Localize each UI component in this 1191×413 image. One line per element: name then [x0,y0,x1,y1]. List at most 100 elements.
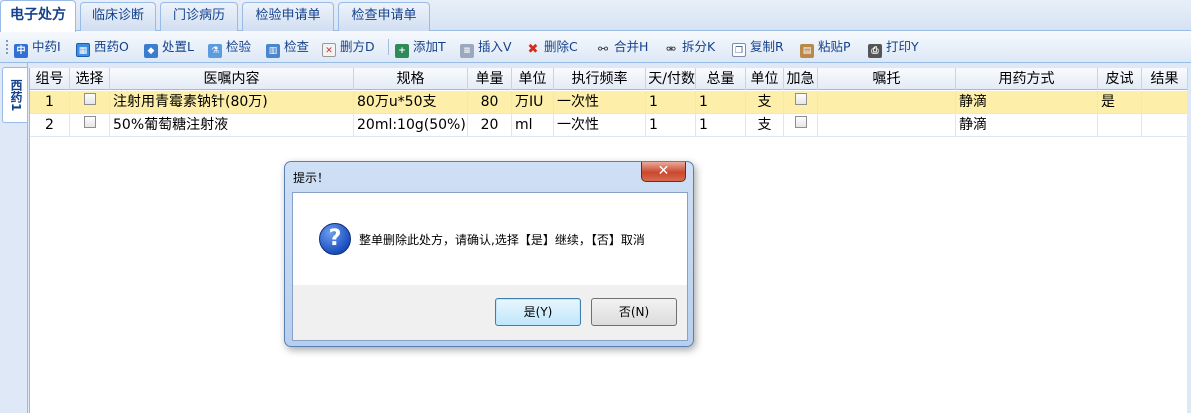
col-total[interactable]: 总量 [696,68,746,90]
close-icon: ✕ [657,163,670,179]
herbal-icon: 中 [14,44,28,58]
merge-button[interactable]: ⚯ 合并H [596,38,648,56]
question-icon: ? [319,223,351,255]
delete-prescription-button[interactable]: ✕ 删方D [322,38,375,57]
cell-dose: 80 [468,91,512,114]
cell-spec: 20ml:10g(50%) [354,114,468,137]
delete-icon: ✖ [527,42,539,57]
tab-medical-record[interactable]: 门诊病历 [160,2,238,31]
treatment-button[interactable]: ◆ 处置L [144,38,194,58]
dialog-message: 整单删除此处方，请确认,选择【是】继续，【否】取消 [359,233,645,247]
dialog-title: 提示！ [293,171,330,185]
close-button[interactable]: ✕ [641,162,686,182]
grid-header: 组号 选择 医嘱内容 规格 单量 单位 执行频率 天/付数 总量 单位 加急 嘱… [30,68,1188,90]
no-button[interactable]: 否(N) [591,298,677,326]
cell-total-unit: 支 [746,114,784,137]
print-button[interactable]: ⎙ 打印Y [868,38,919,58]
cell-unit: 万IU [512,91,554,114]
add-icon: + [395,44,409,58]
col-select[interactable]: 选择 [70,68,110,90]
paste-icon: ▤ [800,44,814,58]
cell-total: 1 [696,91,746,114]
western-medicine-button[interactable]: ▦ 西药O [76,38,129,57]
tab-bar: 电子处方 临床诊断 门诊病历 检验申请单 检查申请单 [0,0,1191,32]
table-row[interactable]: 2 50%葡萄糖注射液 20ml:10g(50%) 20 ml 一次性 1 1 … [30,114,1188,137]
select-checkbox[interactable] [83,93,96,105]
cell-result [1142,91,1188,114]
cell-group: 1 [30,91,70,114]
cell-content: 注射用青霉素钠针(80万) [110,91,354,114]
cell-result [1142,114,1188,137]
medicine-icon: ▦ [76,43,90,57]
cell-route: 静滴 [956,114,1098,137]
add-button[interactable]: + 添加T [395,38,446,58]
col-dose[interactable]: 单量 [468,68,512,90]
cell-note [818,114,956,137]
delete-button[interactable]: ✖ 删除C [526,38,578,57]
col-days[interactable]: 天/付数 [646,68,696,90]
cell-route: 静滴 [956,91,1098,114]
cell-select [70,114,110,137]
cell-dose: 20 [468,114,512,137]
select-checkbox[interactable] [83,116,96,128]
lab-test-button[interactable]: ⚗ 检验 [208,38,251,58]
cell-days: 1 [646,91,696,114]
confirm-dialog: 提示！ ✕ ? 整单删除此处方，请确认,选择【是】继续，【否】取消 是(Y) 否… [284,161,694,347]
col-route[interactable]: 用药方式 [956,68,1098,90]
cell-skin-test [1098,114,1142,137]
cell-urgent [784,91,818,114]
tab-exam-request[interactable]: 检查申请单 [338,2,430,31]
cell-days: 1 [646,114,696,137]
dialog-content: ? 整单删除此处方，请确认,选择【是】继续，【否】取消 [293,193,687,285]
printer-icon: ⎙ [868,44,882,58]
copy-button[interactable]: ❐ 复制R [732,38,784,57]
cell-note [818,91,956,114]
urgent-checkbox[interactable] [794,116,807,128]
toolbar-grip [6,40,9,54]
dialog-body: ? 整单删除此处方，请确认,选择【是】继续，【否】取消 是(Y) 否(N) [292,192,688,341]
cell-total-unit: 支 [746,91,784,114]
tab-lab-request[interactable]: 检验申请单 [242,2,334,31]
col-urgent[interactable]: 加急 [784,68,818,90]
col-group[interactable]: 组号 [30,68,70,90]
toolbar-separator [388,39,389,55]
tab-diagnosis[interactable]: 临床诊断 [80,2,156,31]
col-note[interactable]: 嘱托 [818,68,956,90]
col-total-unit[interactable]: 单位 [746,68,784,90]
delete-prescription-icon: ✕ [322,43,336,57]
cell-frequency: 一次性 [554,91,646,114]
cell-frequency: 一次性 [554,114,646,137]
cell-unit: ml [512,114,554,137]
paste-button[interactable]: ▤ 粘贴P [800,38,851,58]
col-content[interactable]: 医嘱内容 [110,68,354,90]
table-row[interactable]: 1 注射用青霉素钠针(80万) 80万u*50支 80 万IU 一次性 1 1 … [30,91,1188,114]
cell-skin-test: 是 [1098,91,1142,114]
merge-icon: ⚯ [597,42,609,56]
cell-group: 2 [30,114,70,137]
herbal-button[interactable]: 中中药I [14,38,61,58]
exam-button[interactable]: ▥ 检查 [266,38,309,58]
yes-button[interactable]: 是(Y) [495,298,581,326]
toolbar: 中中药I ▦ 西药O ◆ 处置L ⚗ 检验 ▥ 检查 ✕ 删方D + 添加T ≡ 插入V ✖ 删… [0,31,1191,63]
lab-test-icon: ⚗ [208,44,222,58]
cell-content: 50%葡萄糖注射液 [110,114,354,137]
insert-button[interactable]: ≡ 插入V [460,38,512,58]
col-frequency[interactable]: 执行频率 [554,68,646,90]
cell-total: 1 [696,114,746,137]
split-icon: ⚮ [665,42,677,56]
tab-prescription[interactable]: 电子处方 [0,0,76,32]
col-result[interactable]: 结果 [1142,68,1188,90]
col-spec[interactable]: 规格 [354,68,468,90]
cell-urgent [784,114,818,137]
cell-select [70,91,110,114]
copy-icon: ❐ [732,43,746,57]
cell-spec: 80万u*50支 [354,91,468,114]
col-skin-test[interactable]: 皮试 [1098,68,1142,90]
insert-icon: ≡ [460,44,474,58]
split-button[interactable]: ⚮ 拆分K [664,38,715,56]
urgent-checkbox[interactable] [794,93,807,105]
treatment-icon: ◆ [144,44,158,58]
side-tab-western-1[interactable]: 西药1 [2,67,27,123]
exam-icon: ▥ [266,44,280,58]
col-unit[interactable]: 单位 [512,68,554,90]
